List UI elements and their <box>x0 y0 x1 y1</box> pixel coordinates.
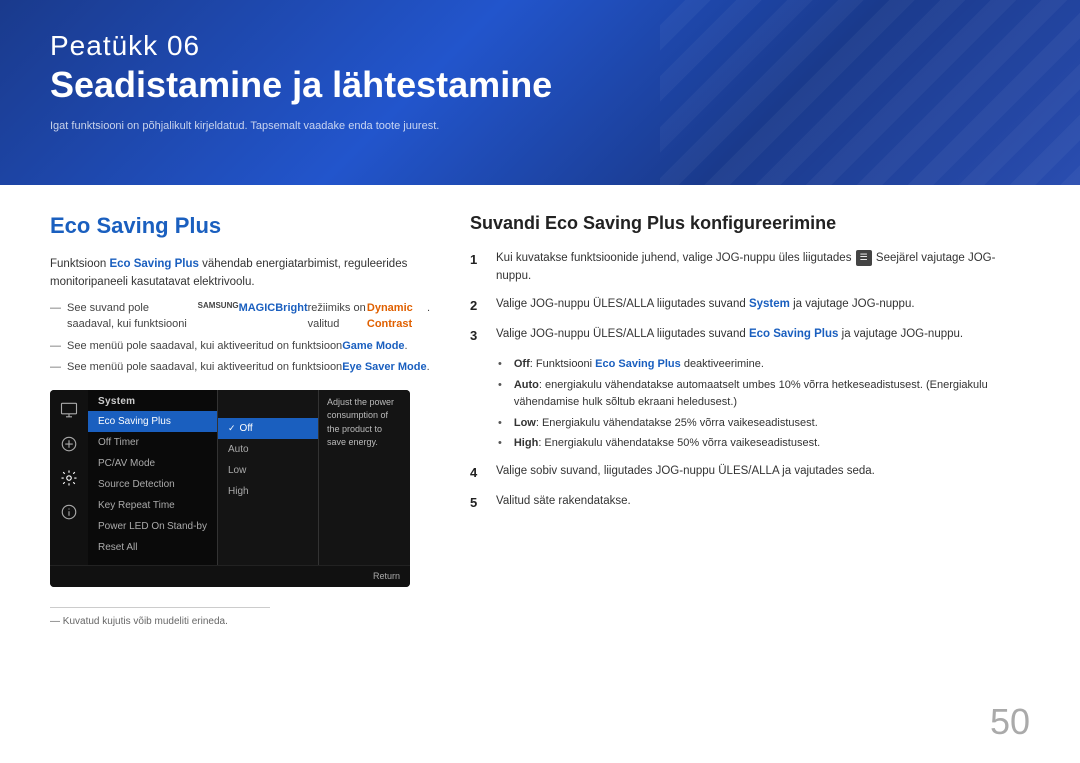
eye-saver-link: Eye Saver Mode <box>342 359 426 376</box>
osd-item-pcav[interactable]: PC/AV Mode <box>88 453 217 474</box>
osd-item-off-timer[interactable]: Off Timer <box>88 432 217 453</box>
steps-list: 1 Kui kuvatakse funktsioonide juhend, va… <box>470 250 1030 346</box>
osd-sub-menu: Off Auto Low High <box>218 390 318 565</box>
bullet-low: Low: Energiakulu vähendatakse 25% võrra … <box>498 415 1030 433</box>
osd-menu-title: System <box>88 390 217 411</box>
bullet-list: Off: Funktsiooni Eco Saving Plus deaktiv… <box>498 356 1030 453</box>
bullet-auto: Auto: energiakulu vähendatakse automaats… <box>498 377 1030 412</box>
osd-item-power-led[interactable]: Power LED On Stand-by <box>88 516 217 537</box>
right-column: Suvandi Eco Saving Plus konfigureerimine… <box>470 213 1030 627</box>
step-1-text: Kui kuvatakse funktsioonide juhend, vali… <box>496 250 1030 286</box>
chapter-title: Seadistamine ja lähtestamine <box>50 64 1030 106</box>
step-1-num: 1 <box>470 250 484 286</box>
osd-menu-left: System Eco Saving Plus Off Timer PC/AV M… <box>88 390 218 565</box>
intro-text: Funktsioon Eco Saving Plus vähendab ener… <box>50 255 430 292</box>
step-5-text: Valitud säte rakendatakse. <box>496 493 1030 513</box>
image-note: Kuvatud kujutis võib mudeliti erineda. <box>50 607 270 627</box>
osd-adjust-icon <box>57 432 81 456</box>
note-1: See suvand pole saadaval, kui funktsioon… <box>50 300 430 333</box>
monitor-osd: System Eco Saving Plus Off Timer PC/AV M… <box>50 390 410 587</box>
left-column: Eco Saving Plus Funktsioon Eco Saving Pl… <box>50 213 430 627</box>
dynamic-contrast-link: Dynamic Contrast <box>367 300 427 333</box>
bullet-high: High: Energiakulu vähendatakse 50% võrra… <box>498 435 1030 453</box>
chapter-label: Peatükk 06 <box>50 30 1030 62</box>
note-3: See menüü pole saadaval, kui aktiveeritu… <box>50 359 430 376</box>
step-1: 1 Kui kuvatakse funktsioonide juhend, va… <box>470 250 1030 286</box>
osd-sub-low[interactable]: Low <box>218 460 318 481</box>
osd-bottom-bar: Return <box>50 565 410 587</box>
step-3-num: 3 <box>470 326 484 346</box>
osd-sub-auto[interactable]: Auto <box>218 439 318 460</box>
osd-sub-high[interactable]: High <box>218 481 318 502</box>
osd-item-reset-all[interactable]: Reset All <box>88 537 217 558</box>
step-3: 3 Valige JOG-nuppu ÜLES/ALLA liigutades … <box>470 326 1030 346</box>
game-mode-link: Game Mode <box>342 338 404 355</box>
step-2: 2 Valige JOG-nuppu ÜLES/ALLA liigutades … <box>470 296 1030 316</box>
osd-icon-strip <box>50 390 88 565</box>
right-section-title: Suvandi Eco Saving Plus konfigureerimine <box>470 213 1030 234</box>
step-5-num: 5 <box>470 493 484 513</box>
kbd-icon-1: ☰ <box>856 250 872 266</box>
step-5: 5 Valitud säte rakendatakse. <box>470 493 1030 513</box>
eco-saving-highlight: Eco Saving Plus <box>109 258 198 270</box>
note-2: See menüü pole saadaval, kui aktiveeritu… <box>50 338 430 355</box>
osd-settings-icon <box>57 466 81 490</box>
osd-info-text: Adjust the power consumption of the prod… <box>318 390 410 565</box>
page-number: 50 <box>990 701 1030 743</box>
section-title: Eco Saving Plus <box>50 213 430 239</box>
osd-sub-off[interactable]: Off <box>218 418 318 439</box>
step-4: 4 Valige sobiv suvand, liigutades JOG-nu… <box>470 463 1030 483</box>
bullet-eco-link: Eco Saving Plus <box>595 358 681 370</box>
osd-item-source-detection[interactable]: Source Detection <box>88 474 217 495</box>
osd-item-key-repeat[interactable]: Key Repeat Time <box>88 495 217 516</box>
section-body: Funktsioon Eco Saving Plus vähendab ener… <box>50 255 430 376</box>
osd-return-label: Return <box>373 571 400 581</box>
osd-monitor-icon <box>57 398 81 422</box>
step2-system-link: System <box>749 298 790 310</box>
step-4-text: Valige sobiv suvand, liigutades JOG-nupp… <box>496 463 1030 483</box>
osd-menu: System Eco Saving Plus Off Timer PC/AV M… <box>88 390 410 565</box>
step3-eco-link: Eco Saving Plus <box>749 328 838 340</box>
step-3-text: Valige JOG-nuppu ÜLES/ALLA liigutades su… <box>496 326 1030 346</box>
osd-item-eco-saving[interactable]: Eco Saving Plus <box>88 411 217 432</box>
page-header: Peatükk 06 Seadistamine ja lähtestamine … <box>0 0 1080 185</box>
osd-info-icon <box>57 500 81 524</box>
step-2-num: 2 <box>470 296 484 316</box>
step-2-text: Valige JOG-nuppu ÜLES/ALLA liigutades su… <box>496 296 1030 316</box>
bullet-off: Off: Funktsiooni Eco Saving Plus deaktiv… <box>498 356 1030 374</box>
step-4-num: 4 <box>470 463 484 483</box>
main-content: Eco Saving Plus Funktsioon Eco Saving Pl… <box>0 185 1080 647</box>
osd-area: System Eco Saving Plus Off Timer PC/AV M… <box>50 390 410 565</box>
header-subtitle: Igat funktsiooni on põhjalikult kirjelda… <box>50 120 1030 132</box>
